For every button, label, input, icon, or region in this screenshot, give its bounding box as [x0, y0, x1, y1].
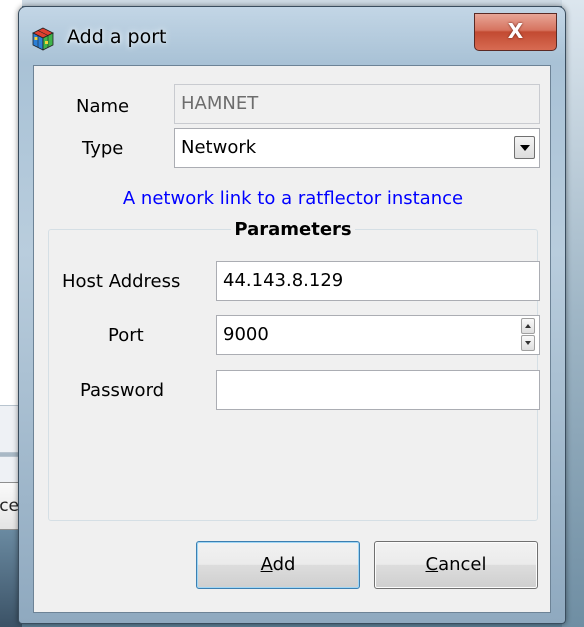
port-label: Port	[108, 325, 144, 346]
app-cube-icon	[31, 27, 55, 51]
cancel-button[interactable]: Cancel	[374, 541, 538, 589]
dialog-body: Name HAMNET Type Network A network link …	[33, 65, 551, 613]
parameters-group-title: Parameters	[34, 219, 552, 240]
type-description: A network link to a ratflector instance	[122, 188, 464, 209]
type-label: Type	[82, 138, 124, 159]
close-button[interactable]: X	[474, 13, 557, 51]
port-spinbox[interactable]: 9000	[216, 315, 540, 355]
host-address-input[interactable]: 44.143.8.129	[216, 261, 540, 301]
dialog-title: Add a port	[67, 26, 167, 48]
parameters-group-title-text: Parameters	[231, 219, 355, 240]
background-button-label: ce	[0, 496, 19, 516]
add-button-accelerator: A	[260, 554, 273, 575]
type-select-value: Network	[181, 137, 257, 158]
port-stepper[interactable]	[521, 318, 535, 352]
spin-down-icon[interactable]	[521, 335, 535, 351]
port-value: 9000	[223, 324, 269, 345]
chevron-down-icon[interactable]	[514, 136, 535, 159]
add-port-dialog: Add a port X Name HAMNET Type Network A …	[18, 6, 566, 624]
name-field: HAMNET	[174, 84, 540, 124]
name-label: Name	[76, 96, 130, 117]
spin-up-icon[interactable]	[521, 318, 535, 334]
type-select[interactable]: Network	[174, 128, 540, 168]
add-button-label: dd	[272, 554, 296, 575]
close-icon: X	[507, 19, 524, 43]
password-input[interactable]	[216, 370, 540, 410]
password-label: Password	[80, 380, 165, 401]
title-bar[interactable]: Add a port X	[19, 7, 565, 65]
host-address-label: Host Address	[62, 271, 181, 292]
cancel-button-label: ancel	[438, 554, 487, 575]
add-button[interactable]: Add	[196, 541, 360, 589]
cancel-button-accelerator: C	[425, 554, 439, 575]
